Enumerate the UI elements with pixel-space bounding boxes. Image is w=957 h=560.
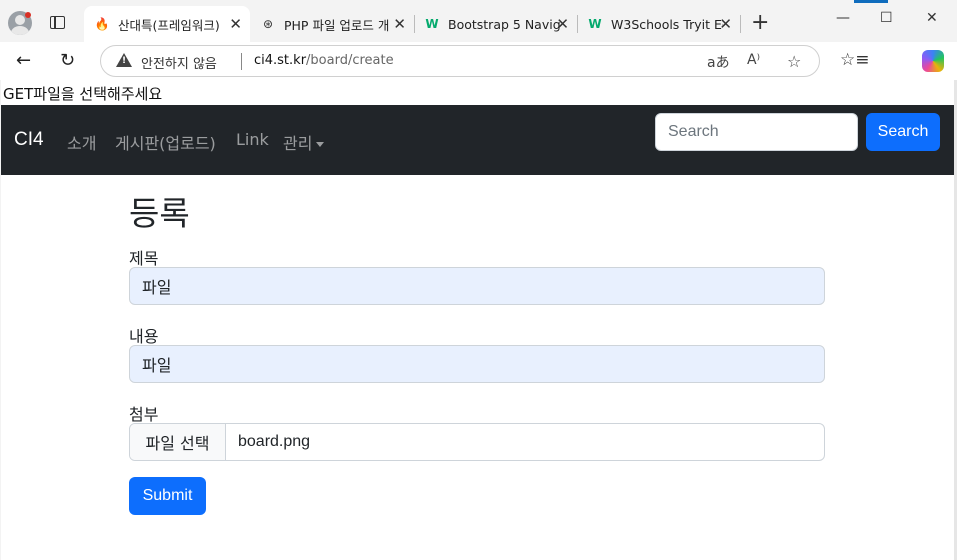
attach-label: 첨부 (129, 405, 159, 424)
tab-actions-icon[interactable] (50, 16, 65, 29)
tab-close-icon[interactable]: ✕ (556, 15, 569, 33)
tab-close-icon[interactable]: ✕ (393, 15, 406, 33)
browser-tab-4[interactable]: W W3Schools Tryit Ed ✕ (577, 6, 740, 42)
read-aloud-icon[interactable]: A⁾ (747, 52, 760, 68)
tab-title: PHP 파일 업로드 개 (284, 17, 390, 33)
security-label[interactable]: 안전하지 않음 (141, 53, 217, 72)
browser-tab-bar: 🔥 산대특(프레임워크) ✕ ⊛ PHP 파일 업로드 개 ✕ W Bootst… (0, 0, 957, 42)
notification-dot (25, 12, 31, 18)
url-host: ci4.st.kr (254, 53, 307, 68)
url-omnibox[interactable]: 안전하지 않음 ci4.st.kr/board/create aあ A⁾ ☆ (100, 45, 820, 77)
tab-close-icon[interactable]: ✕ (719, 15, 732, 33)
page-viewport: GET파일을 선택해주세요 CI4 소개 게시판(업로드) Link 관리 Se… (1, 80, 954, 560)
choose-file-button[interactable]: 파일 선택 (130, 424, 226, 460)
page-title: 등록 (129, 194, 190, 233)
navbar-brand[interactable]: CI4 (14, 129, 44, 151)
nav-link-intro[interactable]: 소개 (67, 130, 96, 154)
nav-dropdown-label: 관리 (283, 134, 313, 153)
browser-tab-1[interactable]: 🔥 산대특(프레임워크) ✕ (84, 6, 250, 42)
url-path: /board/create (306, 53, 394, 68)
selected-file-name: board.png (238, 433, 311, 450)
debug-output: GET파일을 선택해주세요 (3, 85, 163, 103)
tab-title: Bootstrap 5 Naviga (448, 16, 560, 32)
fire-icon: 🔥 (94, 17, 110, 31)
tab-close-icon[interactable]: ✕ (229, 15, 242, 33)
caret-down-icon (316, 142, 325, 147)
browser-tab-2[interactable]: ⊛ PHP 파일 업로드 개 ✕ (250, 6, 414, 42)
search-button[interactable]: Search (866, 113, 940, 151)
tab-title: 산대특(프레임워크) (118, 17, 220, 33)
submit-button[interactable]: Submit (129, 477, 206, 515)
file-input[interactable]: 파일 선택 board.png (129, 423, 825, 461)
maximize-icon[interactable]: ☐ (880, 10, 893, 26)
nav-dropdown-admin[interactable]: 관리 (283, 130, 325, 154)
close-window-icon[interactable]: ✕ (926, 10, 938, 26)
subject-input[interactable]: 파일 (129, 267, 825, 305)
openai-icon: ⊛ (262, 17, 274, 31)
back-arrow-icon[interactable]: ← (16, 50, 31, 71)
content-input[interactable]: 파일 (129, 345, 825, 383)
translate-icon[interactable]: aあ (707, 52, 730, 72)
url-text[interactable]: ci4.st.kr/board/create (254, 53, 394, 68)
tab-title: W3Schools Tryit Ed (611, 16, 723, 32)
subject-value: 파일 (142, 278, 172, 297)
warning-icon[interactable] (116, 53, 132, 67)
minimize-icon[interactable]: — (836, 10, 850, 26)
content-value: 파일 (142, 356, 172, 375)
content-label: 내용 (129, 327, 159, 346)
refresh-icon[interactable]: ↻ (60, 50, 75, 71)
tab-separator (740, 15, 741, 33)
nav-link-link[interactable]: Link (236, 130, 269, 149)
search-input[interactable] (655, 113, 858, 151)
browser-tab-3[interactable]: W Bootstrap 5 Naviga ✕ (414, 6, 577, 42)
favorite-star-icon[interactable]: ☆ (787, 52, 801, 71)
new-tab-icon[interactable]: + (751, 10, 769, 35)
w3schools-icon: W (425, 17, 439, 31)
copilot-icon[interactable] (922, 50, 944, 72)
w3schools-icon: W (588, 17, 602, 31)
favorites-list-icon[interactable]: ☆≡ (840, 50, 869, 70)
omnibox-separator (241, 53, 242, 70)
subject-label: 제목 (129, 249, 159, 268)
site-navbar: CI4 소개 게시판(업로드) Link 관리 Search (1, 105, 954, 175)
accent-strip (854, 0, 888, 3)
nav-link-board[interactable]: 게시판(업로드) (115, 130, 216, 154)
